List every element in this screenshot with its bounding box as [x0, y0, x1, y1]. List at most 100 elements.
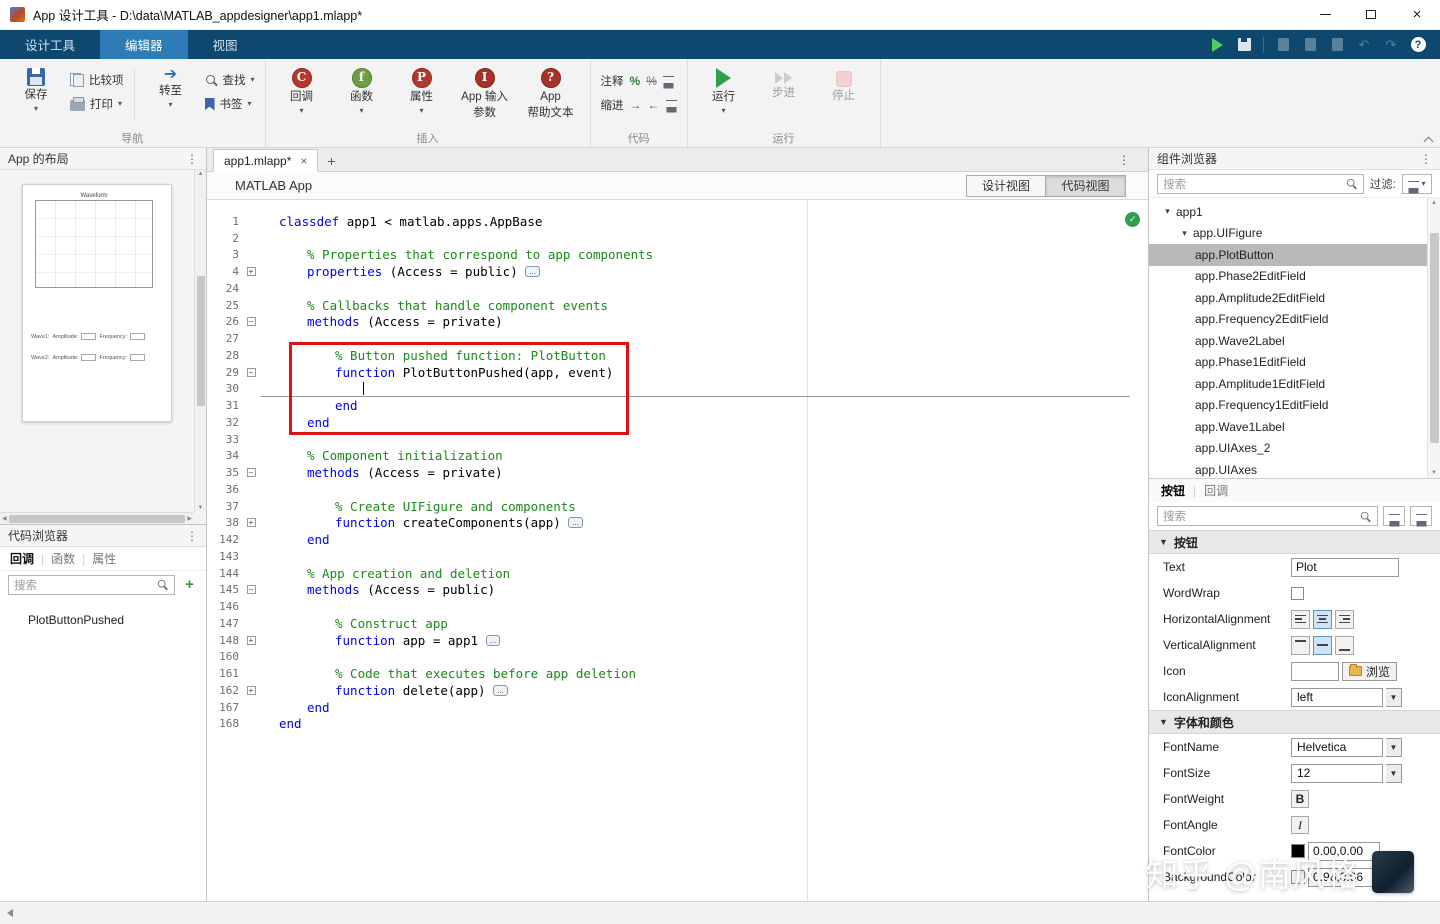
fontcolor-value-input[interactable]: 0.00,0.00 [1308, 842, 1380, 861]
code-view-button[interactable]: 代码视图 [1046, 175, 1126, 197]
fontsize-select[interactable]: 12 [1291, 764, 1383, 783]
code-line-145[interactable]: 145−methods (Access = public) [207, 582, 1148, 599]
indent-left-icon[interactable]: ← [648, 99, 660, 111]
valign-center-button[interactable] [1313, 636, 1332, 655]
list-item-callback[interactable]: PlotButtonPushed [0, 610, 206, 630]
align-left-button[interactable] [1291, 610, 1310, 629]
tree-item-app.UIFigure[interactable]: ▾app.UIFigure [1149, 223, 1440, 245]
code-line-167[interactable]: 167end [207, 699, 1148, 716]
code-line-38[interactable]: 38+function createComponents(app) ... [207, 515, 1148, 532]
goto-button[interactable]: ➔ 转至 ▾ [145, 65, 197, 109]
code-line-1[interactable]: 1classdef app1 < matlab.apps.AppBase [207, 213, 1148, 230]
help-icon[interactable]: ? [1410, 37, 1426, 53]
code-line-148[interactable]: 148+function app = app1 ... [207, 632, 1148, 649]
insert-callback-button[interactable]: C 回调 ▾ [276, 65, 328, 115]
app-help-text-button[interactable]: ? App 帮助文本 [522, 65, 580, 120]
fold-expand-icon[interactable]: + [247, 518, 256, 527]
fontcolor-swatch[interactable] [1291, 844, 1305, 858]
run-button[interactable]: 运行 ▾ [698, 65, 750, 115]
collapsed-code-ellipsis[interactable]: ... [493, 685, 508, 696]
fold-collapse-icon[interactable]: − [247, 317, 256, 326]
wordwrap-checkbox[interactable] [1291, 587, 1304, 600]
tree-item-app.Wave2Label[interactable]: app.Wave2Label [1149, 330, 1440, 352]
code-browser-search-input[interactable]: 搜索 [8, 575, 175, 595]
fold-collapse-icon[interactable]: − [247, 585, 256, 594]
chevron-down-icon[interactable]: ▼ [1386, 688, 1402, 707]
code-line-168[interactable]: 168end [207, 716, 1148, 733]
maximize-button[interactable] [1348, 0, 1394, 29]
code-line-29[interactable]: 29−function PlotButtonPushed(app, event) [207, 364, 1148, 381]
filter-dropdown[interactable]: ▾ [1402, 174, 1432, 194]
fontname-select[interactable]: Helvetica [1291, 738, 1383, 757]
tab-editor[interactable]: 编辑器 [100, 30, 188, 59]
tab-properties[interactable]: 属性 [92, 550, 116, 567]
iconalign-select[interactable]: left [1291, 688, 1383, 707]
code-line-4[interactable]: 4+properties (Access = public) ... [207, 263, 1148, 280]
collapsed-code-ellipsis[interactable]: ... [486, 635, 501, 646]
panel-menu-icon[interactable]: ⋮ [186, 152, 198, 166]
code-line-34[interactable]: 34% Component initialization [207, 448, 1148, 465]
panel-menu-icon[interactable]: ⋮ [186, 529, 198, 543]
code-line-143[interactable]: 143 [207, 548, 1148, 565]
smart-indent-icon[interactable] [666, 100, 677, 107]
collapse-panel-icon[interactable] [7, 909, 13, 917]
tree-expander-icon[interactable]: ▾ [1178, 228, 1191, 239]
fold-expand-icon[interactable]: + [247, 686, 256, 695]
comment-icon[interactable]: % [630, 74, 641, 88]
code-line-3[interactable]: 3% Properties that correspond to app com… [207, 247, 1148, 264]
code-line-33[interactable]: 33 [207, 431, 1148, 448]
tree-item-app.UIAxes_2[interactable]: app.UIAxes_2 [1149, 438, 1440, 460]
align-right-button[interactable] [1335, 610, 1354, 629]
tree-item-app.Amplitude2EditField[interactable]: app.Amplitude2EditField [1149, 287, 1440, 309]
icon-path-input[interactable] [1291, 662, 1339, 681]
tree-item-app.PlotButton[interactable]: app.PlotButton [1149, 244, 1440, 266]
tab-design-tools[interactable]: 设计工具 [0, 30, 100, 59]
fold-expand-icon[interactable]: + [247, 267, 256, 276]
code-line-27[interactable]: 27 [207, 330, 1148, 347]
section-button[interactable]: ▼ 按钮 [1149, 530, 1440, 554]
tree-item-app.Frequency1EditField[interactable]: app.Frequency1EditField [1149, 395, 1440, 417]
browse-button[interactable]: 浏览 [1342, 662, 1397, 681]
tab-functions[interactable]: 函数 [51, 550, 75, 567]
add-callback-button[interactable]: + [181, 576, 198, 593]
collapsed-code-ellipsis[interactable]: ... [525, 266, 540, 277]
tree-item-app.Phase1EditField[interactable]: app.Phase1EditField [1149, 352, 1440, 374]
tree-item-app.Wave1Label[interactable]: app.Wave1Label [1149, 416, 1440, 438]
code-line-162[interactable]: 162+function delete(app) ... [207, 682, 1148, 699]
horizontal-scrollbar[interactable]: ◀▶ [0, 512, 194, 524]
tab-button-props[interactable]: 按钮 [1161, 482, 1185, 499]
tab-callbacks[interactable]: 回调 [10, 550, 34, 567]
code-line-147[interactable]: 147% Construct app [207, 615, 1148, 632]
code-line-24[interactable]: 24 [207, 280, 1148, 297]
code-line-26[interactable]: 26−methods (Access = private) [207, 314, 1148, 331]
align-center-button[interactable] [1313, 610, 1332, 629]
app-layout-canvas[interactable]: Waveform Wave1: Amplitude: Frequency: [0, 170, 206, 524]
component-search-input[interactable]: 搜索 [1157, 174, 1364, 194]
new-tab-icon[interactable]: + [327, 154, 335, 168]
wrap-comments-icon[interactable] [663, 76, 674, 83]
code-line-2[interactable]: 2 [207, 230, 1148, 247]
text-value-input[interactable]: Plot [1291, 558, 1399, 577]
tree-item-app1[interactable]: ▾app1 [1149, 201, 1440, 223]
code-line-161[interactable]: 161% Code that executes before app delet… [207, 665, 1148, 682]
app-preview-thumbnail[interactable]: Waveform Wave1: Amplitude: Frequency: [22, 184, 172, 422]
indent-right-icon[interactable]: → [630, 99, 642, 111]
valign-bottom-button[interactable] [1335, 636, 1354, 655]
category-view-icon[interactable] [1383, 506, 1405, 526]
code-line-160[interactable]: 160 [207, 649, 1148, 666]
app-input-args-button[interactable]: I App 输入 参数 [456, 65, 514, 120]
uncomment-icon[interactable]: % [646, 74, 657, 88]
quick-save-icon[interactable] [1236, 37, 1252, 53]
code-line-37[interactable]: 37% Create UIFigure and components [207, 498, 1148, 515]
code-line-30[interactable]: 30 [207, 381, 1148, 398]
code-line-32[interactable]: 32end [207, 414, 1148, 431]
code-line-35[interactable]: 35−methods (Access = private) [207, 464, 1148, 481]
tab-view[interactable]: 视图 [188, 30, 263, 59]
code-line-25[interactable]: 25% Callbacks that handle component even… [207, 297, 1148, 314]
design-view-button[interactable]: 设计视图 [966, 175, 1046, 197]
valign-top-button[interactable] [1291, 636, 1310, 655]
insert-function-button[interactable]: f 函数 ▾ [336, 65, 388, 115]
find-button[interactable]: 查找 ▾ [205, 72, 255, 88]
print-button[interactable]: 打印 ▾ [70, 96, 124, 112]
tree-item-app.UIAxes[interactable]: app.UIAxes [1149, 459, 1440, 478]
